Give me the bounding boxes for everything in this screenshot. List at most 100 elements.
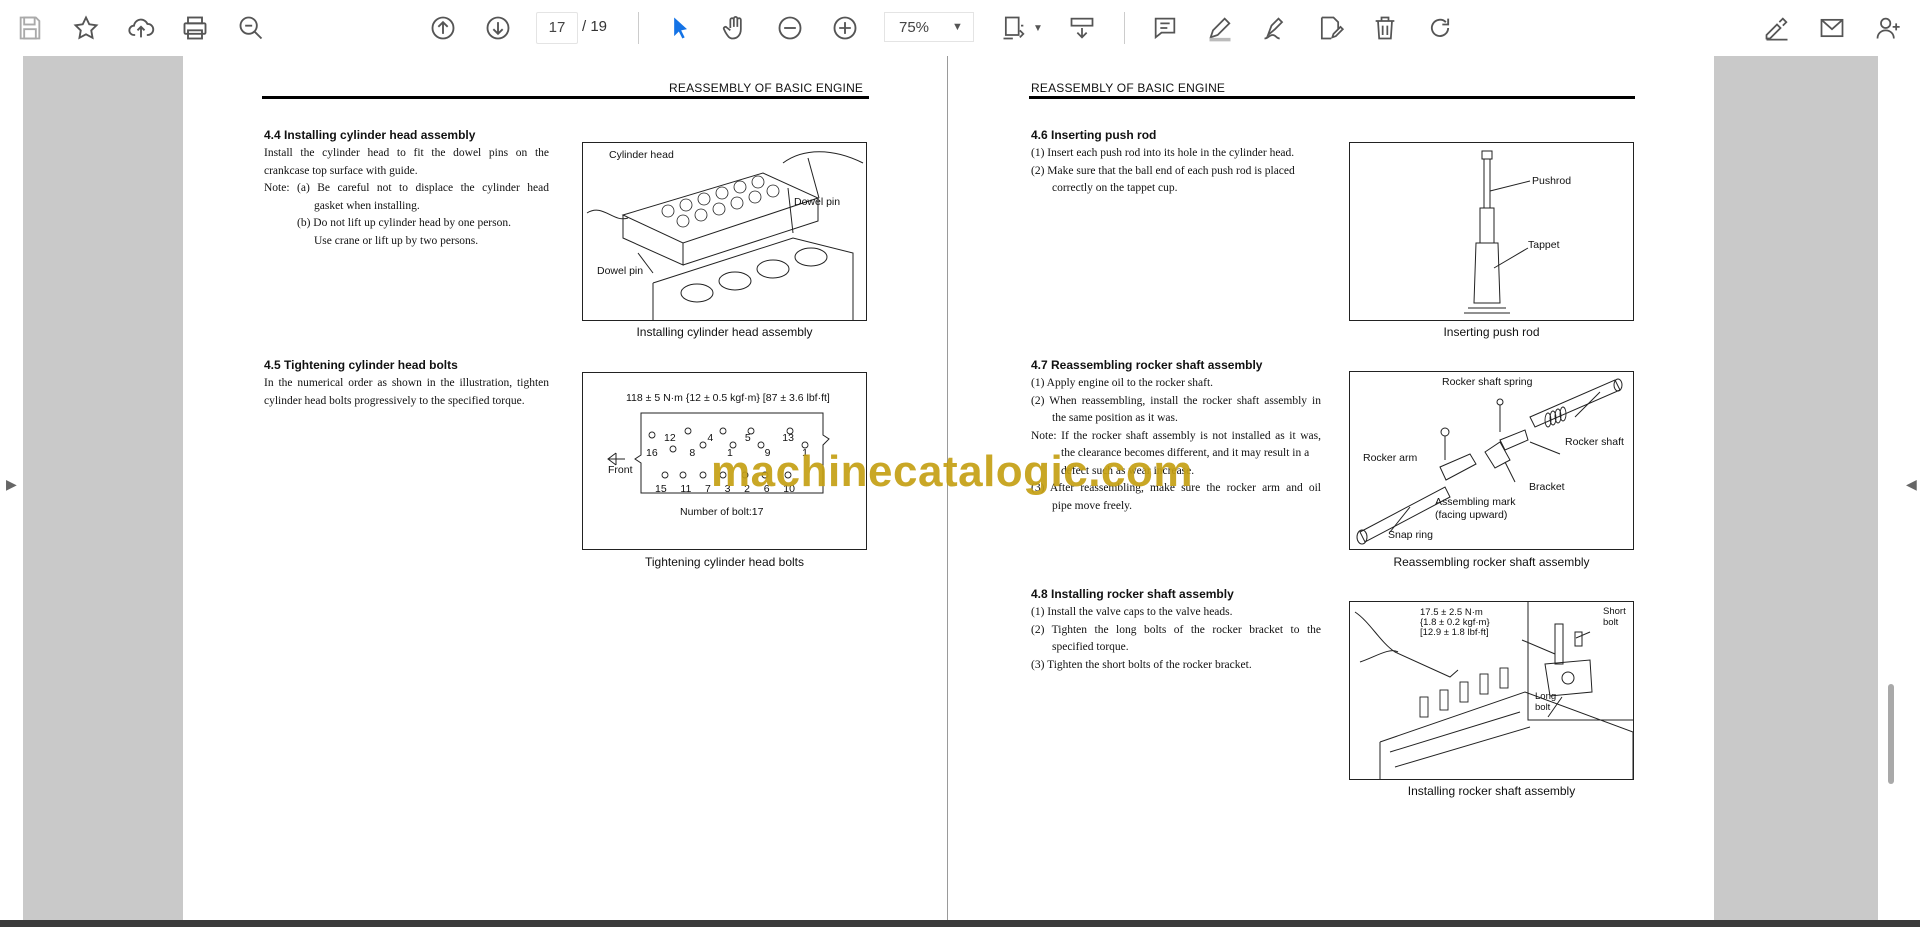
bolt-number: 12 [664,432,676,444]
body-line: (1) Install the valve caps to the valve … [1031,606,1233,618]
label-line: Long [1535,691,1557,702]
rocker-install-figure: 17.5 ± 2.5 N·m {1.8 ± 0.2 kgf·m} [12.9 ±… [1349,601,1634,780]
torque-spec: 17.5 ± 2.5 N·m {1.8 ± 0.2 kgf·m} [12.9 ±… [1420,608,1490,638]
body-line: (1) Insert each push rod into its hole i… [1031,147,1295,159]
document-viewport[interactable]: ▶ ◀ REASSEMBLY OF BASIC ENGINE 4.4 Insta… [0,56,1920,920]
label-line: bolt [1603,617,1619,628]
header-rule [1029,96,1635,99]
trash-icon[interactable] [1365,8,1405,48]
toolbar: 17 / 19 75% ▼ ▼ [0,0,1920,57]
figure-caption: Installing rocker shaft assembly [1407,784,1576,798]
page-down-icon[interactable] [478,8,518,48]
scrollbar-thumb[interactable] [1888,684,1894,784]
toolbar-divider [1124,12,1125,44]
label-line: bolt [1535,702,1551,713]
bolt-numbers-top: 12 4 5 13 [664,432,794,444]
bolt-number: 7 [705,483,711,495]
figure-label: Assembling mark [1435,496,1516,508]
section-title: 4.7 Reassembling rocker shaft assembly [1031,358,1263,372]
figure-label: Tappet [1528,239,1560,251]
header-rule [262,96,869,99]
front-label: Front [608,464,633,476]
bolt-number: 5 [744,432,751,444]
chevron-down-icon[interactable]: ▼ [952,12,968,42]
star-icon[interactable] [66,8,106,48]
left-gutter [23,56,183,920]
section-body: Install the cylinder head to fit the dow… [264,145,549,250]
next-page-arrow-icon[interactable]: ◀ [1906,476,1917,493]
body-line: In the numerical order as shown in the i… [264,377,549,389]
figure-caption: Tightening cylinder head bolts [645,555,804,569]
previous-page-arrow-icon[interactable]: ▶ [6,476,17,493]
figure-label: Bracket [1529,481,1565,493]
torque-line: [12.9 ± 1.8 lbf·ft] [1420,627,1489,638]
bottom-bar [0,920,1920,927]
body-line: pipe move freely. [1052,499,1133,512]
bolt-number: 4 [707,432,714,444]
pencil-icon[interactable] [1200,8,1240,48]
push-rod-figure: Pushrod Tappet [1349,142,1634,321]
save-icon[interactable] [10,8,50,48]
fill-sign-icon[interactable] [1757,8,1797,48]
find-zoom-icon[interactable] [231,8,271,48]
page-fit-icon[interactable] [994,8,1034,48]
label-line: Short [1603,606,1626,617]
toolbar-divider [638,12,639,44]
right-gutter [1714,56,1878,920]
figure-caption: Reassembling rocker shaft assembly [1393,555,1590,569]
page-header: REASSEMBLY OF BASIC ENGINE [669,81,864,95]
bolt-number: 11 [680,483,692,495]
watermark: machinecatalogic.com [711,447,1193,496]
comment-icon[interactable] [1145,8,1185,48]
long-bolt-label: Long bolt [1535,691,1556,713]
body-line: (3) Tighten the short bolts of the rocke… [1031,658,1252,671]
page-up-icon[interactable] [423,8,463,48]
figure-caption: Installing cylinder head assembly [636,325,813,339]
body-line: (b) Do not lift up cylinder head by one … [297,217,511,229]
page-number-input[interactable]: 17 [536,12,578,44]
body-line: crankcase top surface with guide. [264,164,418,177]
bolt-number: 13 [782,432,794,444]
redo-icon[interactable] [1420,8,1460,48]
select-cursor-icon[interactable] [660,8,700,48]
body-line: specified torque. [1052,641,1129,653]
body-line: Note: (a) Be careful not to displace the… [264,182,549,194]
push-rod-illustration [1464,150,1531,314]
short-bolt-label: Short bolt [1603,606,1626,628]
figure-label: Pushrod [1532,175,1572,187]
bolt-number: 16 [646,447,658,459]
body-line: the same position as it was. [1052,412,1178,424]
sign-pen-icon[interactable] [1255,8,1295,48]
figure-label: Rocker arm [1363,452,1418,464]
section-body: (1) Install the valve caps to the valve … [1031,604,1321,674]
scroll-mode-icon[interactable] [1062,8,1102,48]
print-icon[interactable] [175,8,215,48]
add-user-icon[interactable] [1868,8,1908,48]
body-line: Note: If the rocker shaft assembly is no… [1031,429,1321,442]
bolt-count: Number of bolt:17 [680,506,764,518]
figure-label: Snap ring [1388,529,1433,541]
zoom-in-icon[interactable] [825,8,865,48]
cloud-upload-icon[interactable] [121,8,161,48]
mail-icon[interactable] [1812,8,1852,48]
figure-label: (facing upward) [1435,509,1508,521]
page-total: / 19 [582,18,608,35]
zoom-out-icon[interactable] [770,8,810,48]
section-title: 4.8 Installing rocker shaft assembly [1031,587,1234,601]
body-line: (1) Apply engine oil to the rocker shaft… [1031,377,1214,389]
body-line: (2) When reassembling, install the rocke… [1031,394,1321,407]
figure-label: Rocker shaft spring [1442,376,1533,388]
rocker-shaft-figure: Rocker shaft spring Rocker shaft Rocker … [1349,371,1634,550]
chevron-down-icon[interactable]: ▼ [1030,8,1046,48]
section-body: (1) Insert each push rod into its hole i… [1031,145,1321,198]
rocker-install-illustration [1354,602,1634,779]
bolt-number: 8 [689,447,696,459]
hand-tool-icon[interactable] [715,8,755,48]
body-line: correctly on the tappet cup. [1052,182,1178,194]
body-line: gasket when installing. [314,199,420,212]
bolt-number: 15 [655,483,667,495]
edit-document-icon[interactable] [1310,8,1350,48]
body-line: (2) Tighten the long bolts of the rocker… [1031,623,1321,636]
cylinder-head-illustration [586,151,864,320]
page-header: REASSEMBLY OF BASIC ENGINE [1031,81,1226,95]
